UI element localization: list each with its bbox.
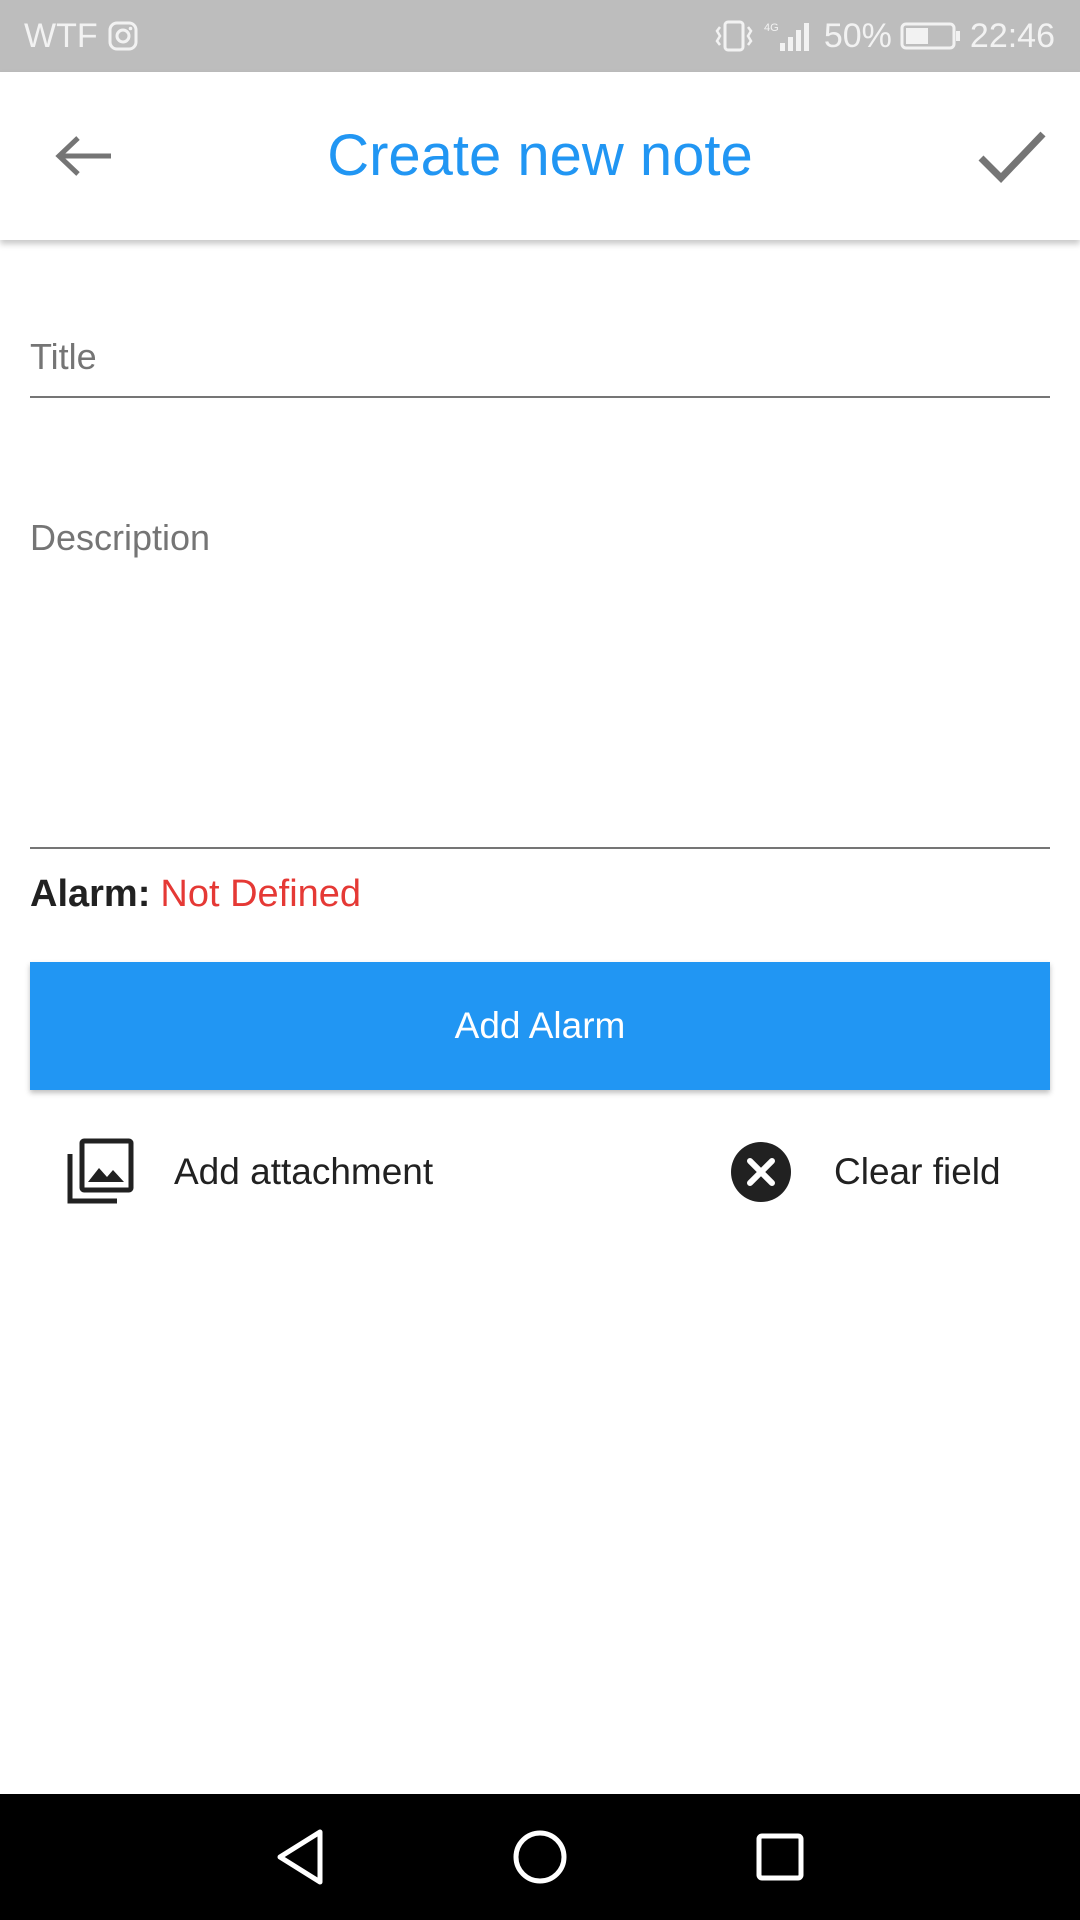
status-bar-left: WTF xyxy=(24,17,138,56)
instagram-icon xyxy=(108,21,138,51)
arrow-back-icon xyxy=(55,136,111,176)
battery-icon xyxy=(900,21,962,51)
description-input[interactable] xyxy=(30,505,1050,849)
clear-field-button[interactable]: Clear field xyxy=(730,1132,1001,1212)
add-attachment-button[interactable]: Add attachment xyxy=(66,1132,433,1212)
title-input[interactable] xyxy=(30,300,1050,398)
back-button[interactable] xyxy=(44,122,124,190)
nav-back-icon xyxy=(277,1829,323,1885)
check-icon xyxy=(978,131,1046,184)
battery-percent: 50% xyxy=(823,16,892,55)
nav-home-icon xyxy=(513,1830,567,1884)
nav-back-button[interactable] xyxy=(255,1812,345,1902)
clock: 22:46 xyxy=(969,16,1055,55)
page-title: Create new note xyxy=(327,123,753,188)
add-attachment-label: Add attachment xyxy=(174,1151,434,1192)
vibrate-icon xyxy=(712,19,756,53)
cancel-circle-icon xyxy=(731,1142,791,1202)
alarm-label: Alarm: xyxy=(30,873,151,915)
nav-recents-button[interactable] xyxy=(735,1812,825,1902)
add-alarm-button[interactable]: Add Alarm xyxy=(30,962,1050,1090)
alarm-value: Not Defined xyxy=(160,873,362,915)
system-nav-bar xyxy=(0,1794,1080,1920)
clear-field-label: Clear field xyxy=(834,1151,1001,1192)
alarm-status: Alarm: Not Defined xyxy=(30,872,361,916)
app-toolbar: Create new note xyxy=(0,72,1080,240)
signal-icon: 4G xyxy=(764,19,816,53)
nav-home-button[interactable] xyxy=(495,1812,585,1902)
status-bar-right: 4G 50% 22:46 xyxy=(712,17,1055,56)
create-note-screen: WTF 4G 50% 22:46 Create new note Title D… xyxy=(0,0,1080,1920)
save-button[interactable] xyxy=(972,116,1052,196)
network-type-label: 4G xyxy=(764,22,779,34)
nav-recents-icon xyxy=(756,1833,804,1881)
status-bar: WTF 4G 50% 22:46 xyxy=(0,0,1080,72)
carrier-label: WTF xyxy=(24,16,98,55)
photo-library-icon xyxy=(67,1138,134,1204)
